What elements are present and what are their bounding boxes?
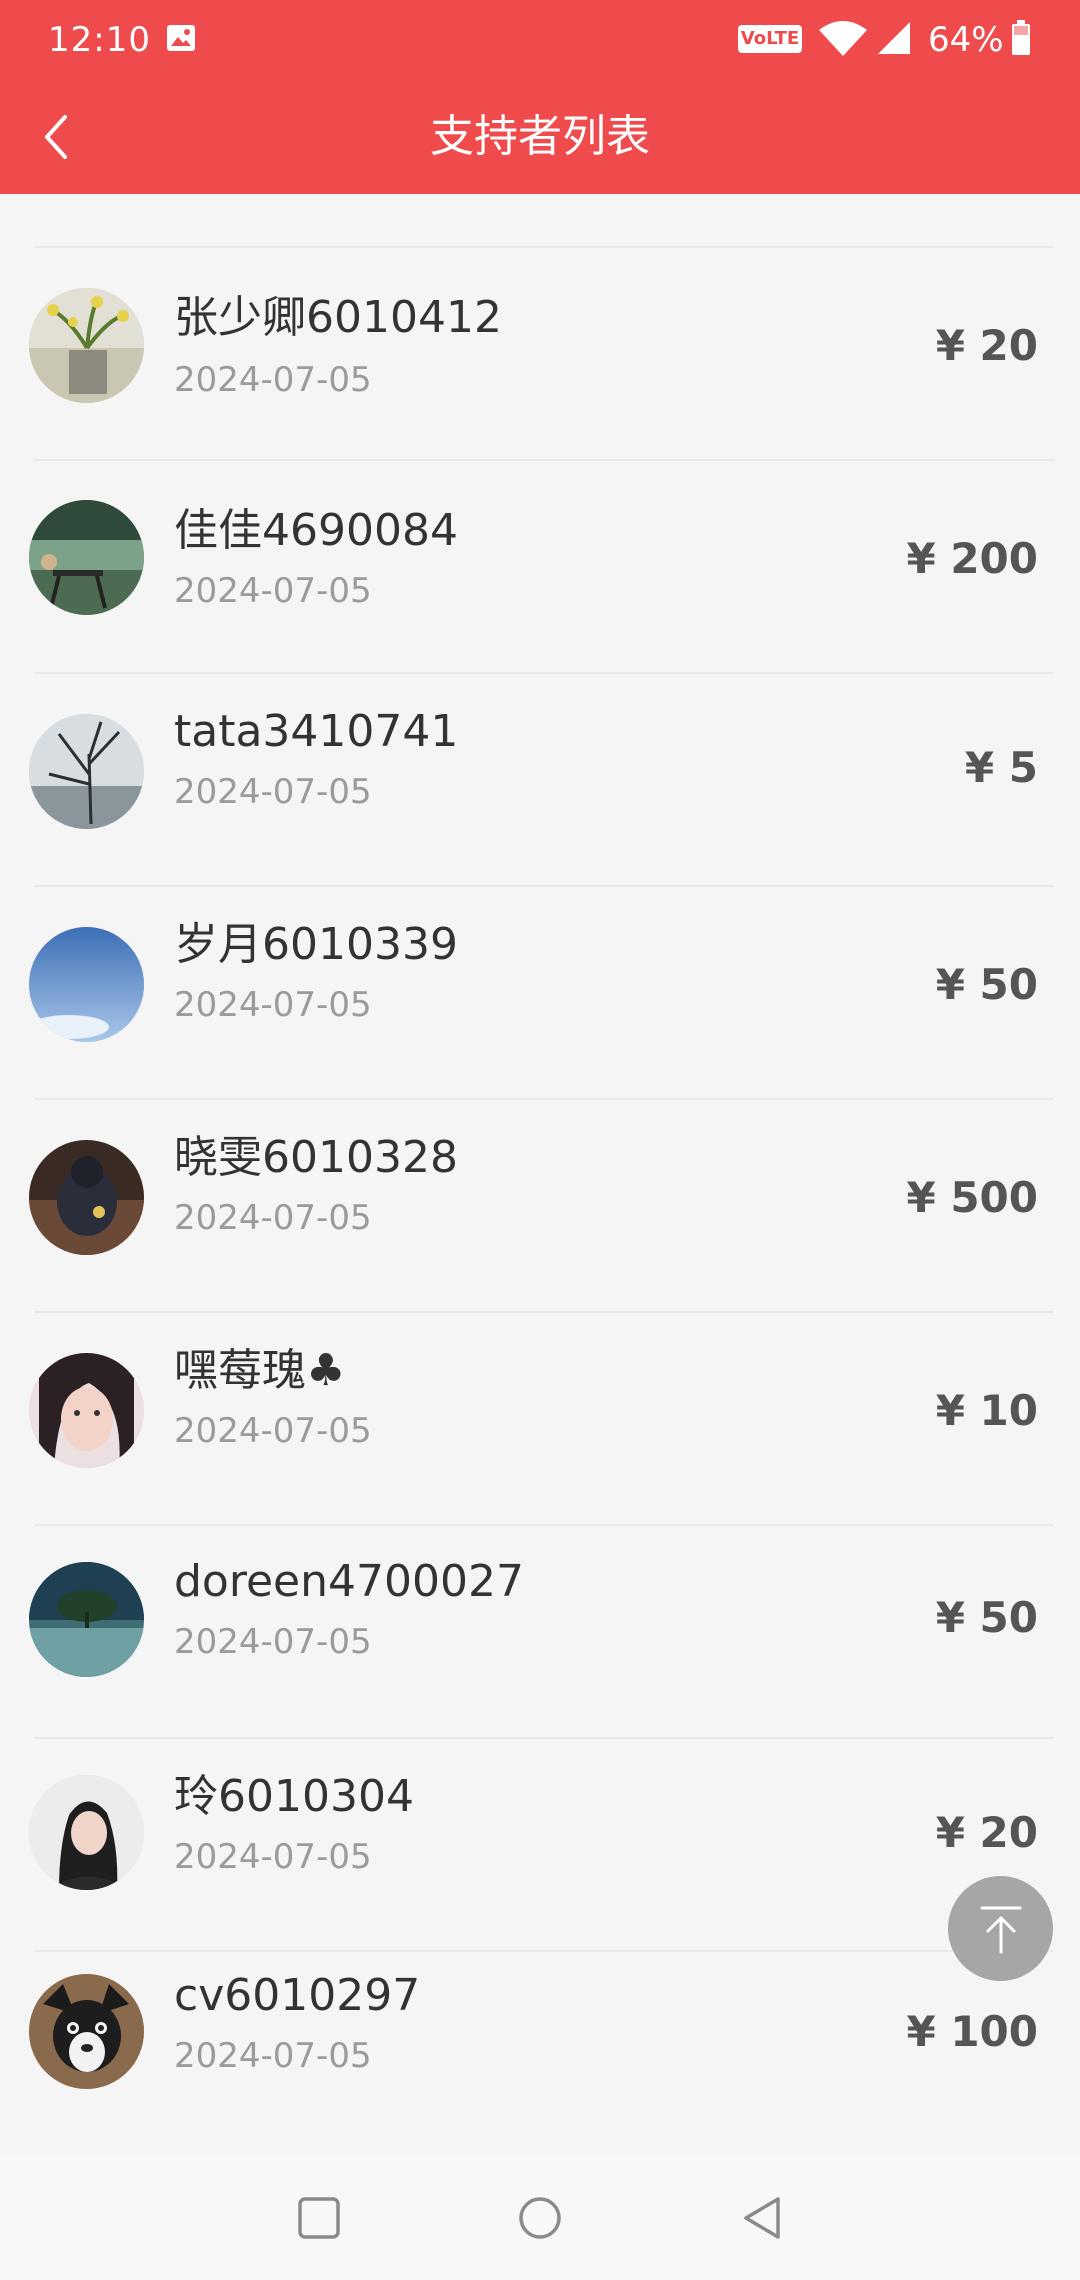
supporter-name: 玲6010304: [174, 1771, 414, 1822]
avatar: [29, 927, 144, 1042]
triangle-back-icon: [744, 2197, 780, 2239]
avatar: [29, 1140, 144, 1255]
image-notification-icon: [166, 24, 196, 52]
volte-icon: VoLTE: [738, 25, 802, 53]
supporter-name: 佳佳4690084: [174, 505, 458, 556]
circle-icon: [519, 2197, 561, 2239]
avatar: [29, 1775, 144, 1890]
avatar: [29, 288, 144, 403]
chevron-left-icon: [45, 115, 67, 159]
wifi-icon: [818, 20, 868, 58]
back-to-top-button[interactable]: [948, 1876, 1053, 1981]
arrow-up-to-top-icon: [980, 1906, 1021, 1953]
support-amount: ¥ 50: [935, 960, 1038, 1009]
support-amount: ¥ 50: [935, 1593, 1038, 1642]
support-amount: ¥ 200: [906, 534, 1038, 583]
avatar: [29, 500, 144, 615]
list-item[interactable]: 张少卿6010412 2024-07-05 ¥ 20: [0, 248, 1080, 461]
square-icon: [298, 2197, 340, 2239]
app-header: 12:10 VoLTE 64% 支持者列表: [0, 0, 1080, 194]
avatar: [29, 1353, 144, 1468]
support-date: 2024-07-05: [174, 1622, 372, 1662]
supporter-name: doreen4700027: [174, 1556, 524, 1607]
list-item[interactable]: 岁月6010339 2024-07-05 ¥ 50: [0, 887, 1080, 1100]
supporter-list[interactable]: 张少卿6010412 2024-07-05 ¥ 20 佳佳4690084 202…: [0, 194, 1080, 2156]
support-amount: ¥ 5: [964, 743, 1038, 792]
support-date: 2024-07-05: [174, 1411, 372, 1451]
title-bar: 支持者列表: [0, 80, 1080, 194]
list-item[interactable]: doreen4700027 2024-07-05 ¥ 50: [0, 1526, 1080, 1739]
list-item[interactable]: cv6010297 2024-07-05 ¥ 100: [0, 1952, 1080, 2156]
supporter-name: 张少卿6010412: [174, 292, 502, 343]
support-date: 2024-07-05: [174, 1198, 372, 1238]
supporter-name: 岁月6010339: [174, 919, 458, 970]
battery-icon: [1011, 20, 1031, 56]
support-date: 2024-07-05: [174, 985, 372, 1025]
support-amount: ¥ 500: [906, 1173, 1038, 1222]
list-item[interactable]: 嘿莓瑰♣ 2024-07-05 ¥ 10: [0, 1313, 1080, 1526]
support-date: 2024-07-05: [174, 772, 372, 812]
support-date: 2024-07-05: [174, 2036, 372, 2076]
list-item[interactable]: 玲6010304 2024-07-05 ¥ 20: [0, 1739, 1080, 1952]
list-item[interactable]: 佳佳4690084 2024-07-05 ¥ 200: [0, 461, 1080, 674]
supporter-name: 晓雯6010328: [174, 1132, 458, 1183]
status-time: 12:10: [48, 20, 151, 60]
back-button[interactable]: [30, 102, 82, 172]
avatar: [29, 714, 144, 829]
nav-back-button[interactable]: [730, 2186, 794, 2250]
list-item[interactable]: tata3410741 2024-07-05 ¥ 5: [0, 674, 1080, 887]
home-button[interactable]: [508, 2186, 572, 2250]
page-title: 支持者列表: [430, 111, 650, 162]
list-item[interactable]: 晓雯6010328 2024-07-05 ¥ 500: [0, 1100, 1080, 1313]
support-date: 2024-07-05: [174, 1837, 372, 1877]
cellular-signal-icon: [876, 20, 912, 56]
status-bar: 12:10 VoLTE 64%: [0, 0, 1080, 80]
support-date: 2024-07-05: [174, 360, 372, 400]
support-amount: ¥ 20: [935, 1808, 1038, 1857]
system-navigation-bar: [0, 2156, 1080, 2280]
supporter-name: 嘿莓瑰♣: [174, 1345, 346, 1396]
supporter-name: cv6010297: [174, 1970, 421, 2021]
battery-percent: 64%: [928, 20, 1004, 60]
support-date: 2024-07-05: [174, 571, 372, 611]
avatar: [29, 1562, 144, 1677]
support-amount: ¥ 100: [906, 2007, 1038, 2056]
support-amount: ¥ 10: [935, 1386, 1038, 1435]
avatar: [29, 1974, 144, 2089]
recents-button[interactable]: [287, 2186, 351, 2250]
supporter-name: tata3410741: [174, 706, 459, 757]
support-amount: ¥ 20: [935, 321, 1038, 370]
